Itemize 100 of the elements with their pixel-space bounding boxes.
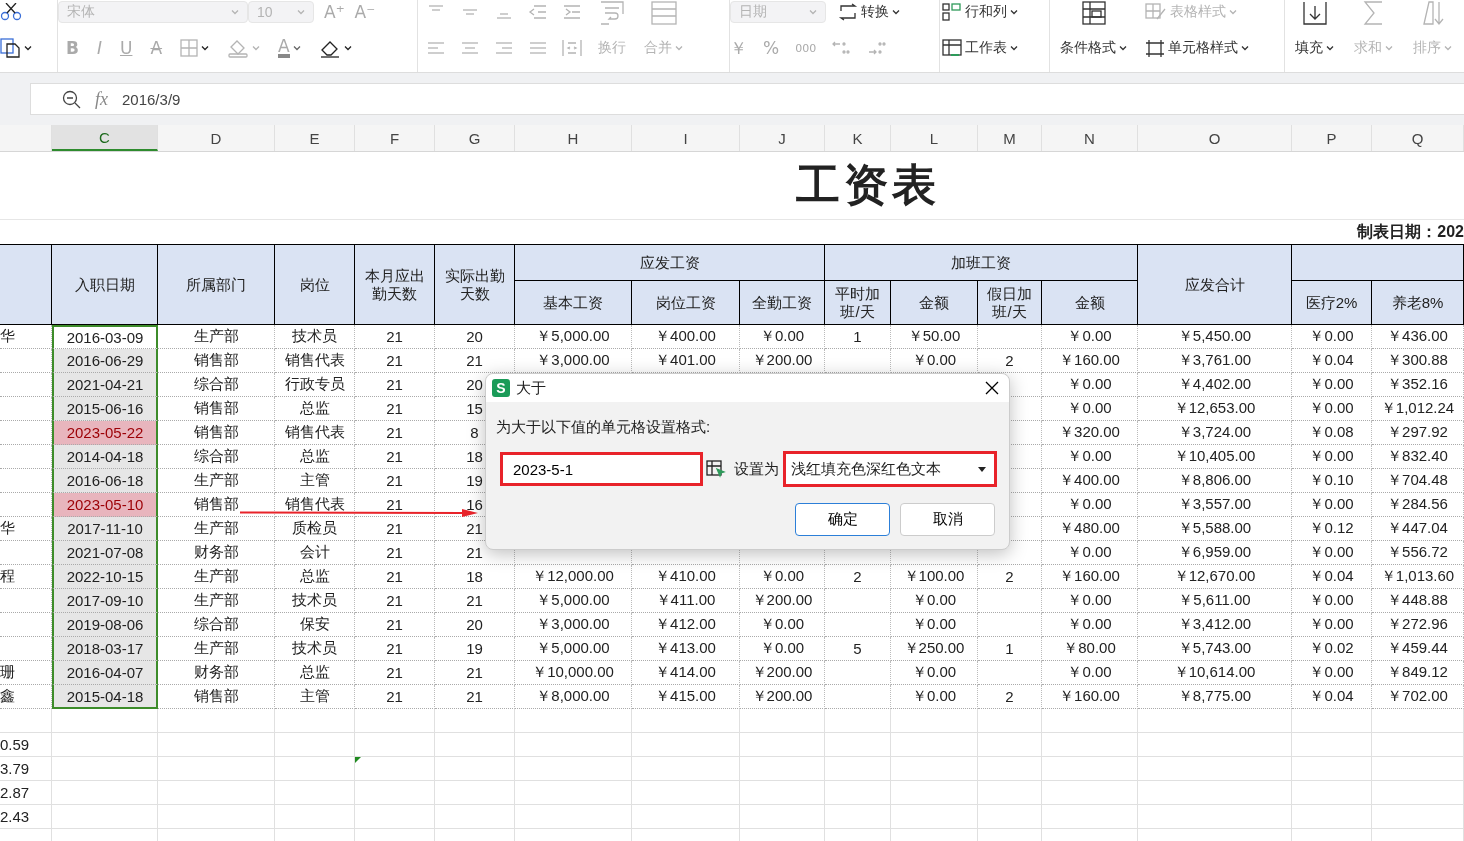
toolbar-button[interactable]: 工作表 [940,36,1020,60]
date-cell: 2021-07-08 [52,541,158,565]
table-cell: 21 [355,685,435,709]
table-cell: 21 [435,589,515,613]
range-picker-icon[interactable] [706,460,726,478]
date-cell: 2023-05-10 [52,493,158,517]
empty-cell [825,781,891,805]
column-header[interactable]: K [825,125,891,151]
empty-cell [978,661,1042,685]
toolbar-button[interactable]: 行和列 [940,0,1020,24]
table-cell: ￥0.00 [1042,373,1138,397]
date-cell: 2017-11-10 [52,517,158,541]
column-header[interactable]: F [355,125,435,151]
column-header[interactable]: I [632,125,740,151]
table-cell: ￥0.00 [1042,397,1138,421]
ok-button[interactable]: 确定 [795,503,890,536]
table-cell: ￥0.00 [891,685,978,709]
convert-button[interactable]: 转换 [836,0,902,24]
table-cell: ￥447.04 [1372,517,1464,541]
column-header[interactable]: O [1138,125,1292,151]
increase-indent-icon[interactable] [562,4,582,20]
table-cell: 财务部 [158,541,275,565]
empty-cell [825,709,891,733]
table-cell: ￥0.00 [1292,397,1372,421]
caret-icon [809,9,817,15]
table-cell: ￥6,959.00 [1138,541,1292,565]
table-cell: ￥3,761.00 [1138,349,1292,373]
column-header[interactable]: J [740,125,825,151]
table-cell: ￥0.00 [1042,613,1138,637]
table-cell: 技术员 [275,589,355,613]
column-header[interactable]: G [435,125,515,151]
format-select[interactable]: 浅红填充色深红色文本 [783,451,997,487]
table-cell: ￥0.00 [1292,373,1372,397]
table-cell: 销售部 [158,397,275,421]
table-cell: ￥0.00 [1042,541,1138,565]
table-cell: 生产部 [158,565,275,589]
table-cell: ￥448.88 [1372,589,1464,613]
rows-columns-icon [942,3,962,21]
table-cell: ￥0.04 [1292,685,1372,709]
table-cell: ￥300.88 [1372,349,1464,373]
table-cell: ￥0.00 [740,637,825,661]
function-label[interactable]: fx [95,88,108,110]
column-header[interactable]: P [1292,125,1372,151]
distribute-icon[interactable] [562,39,582,57]
column-header[interactable]: Q [1372,125,1464,151]
borders-icon[interactable] [180,39,199,57]
header-cell: 医疗2% [1292,281,1372,325]
scissors-icon[interactable] [0,3,22,21]
table-cell: ￥0.00 [1042,661,1138,685]
justify-icon[interactable] [528,40,548,56]
column-header[interactable]: M [978,125,1042,151]
empty-cell [978,709,1042,733]
toolbar-button[interactable]: 填充 [1293,36,1336,60]
table-cell: 质检员 [275,517,355,541]
table-cell: 生产部 [158,325,275,349]
table-cell: ￥0.00 [1292,493,1372,517]
table-cell: ￥5,450.00 [1138,325,1292,349]
paint-bucket-icon[interactable] [227,38,250,58]
align-left-icon[interactable] [426,40,446,56]
table-cell: ￥0.12 [1292,517,1372,541]
align-right-icon[interactable] [494,40,514,56]
header-cell: 养老8% [1372,281,1464,325]
table-cell: ￥352.16 [1372,373,1464,397]
table-cell: ￥413.00 [632,637,740,661]
header-cell: 金额 [891,281,978,325]
table-cell: ￥832.40 [1372,445,1464,469]
table-cell: ￥0.00 [740,613,825,637]
header-cell: 基本工资 [515,281,632,325]
caret-icon [1385,45,1393,51]
column-header[interactable]: C [52,125,158,151]
column-header[interactable]: D [158,125,275,151]
table-cell: 综合部 [158,373,275,397]
align-center-icon[interactable] [460,40,480,56]
table-cell: ￥400.00 [632,325,740,349]
table-cell: ￥3,000.00 [515,613,632,637]
column-header[interactable]: L [891,125,978,151]
table-cell: ￥10,000.00 [515,661,632,685]
toolbar-button[interactable]: 条件格式 [1058,36,1129,60]
table-cell: ￥8,000.00 [515,685,632,709]
table-cell: ￥160.00 [1042,349,1138,373]
table-cell: 21 [355,517,435,541]
copy-icon[interactable] [0,38,22,58]
table-cell: ￥80.00 [1042,637,1138,661]
column-header[interactable]: H [515,125,632,151]
table-cell: ￥436.00 [1372,325,1464,349]
table-cell: ￥0.00 [740,325,825,349]
table-cell: ￥0.00 [1292,445,1372,469]
decrease-indent-icon[interactable] [528,4,548,20]
value-field[interactable]: 2023-5-1 [500,452,703,486]
toolbar-button[interactable]: 单元格样式 [1143,36,1251,60]
table-cell: 2 [978,685,1042,709]
column-header[interactable]: E [275,125,355,151]
table-cell: 21 [355,349,435,373]
table-cell: ￥0.04 [1292,565,1372,589]
table-cell: ￥4,402.00 [1138,373,1292,397]
zoom-icon[interactable] [61,89,81,109]
date-cell: 2016-04-07 [52,661,158,685]
cancel-button[interactable]: 取消 [900,503,995,536]
table-cell: ￥0.00 [891,661,978,685]
column-header[interactable]: N [1042,125,1138,151]
